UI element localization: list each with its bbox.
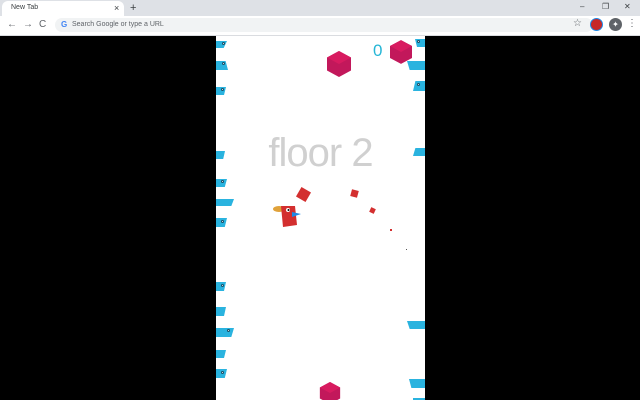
forward-icon[interactable]: → [23,18,33,32]
wall-spike-left [216,179,227,187]
wall-spike-right [415,39,425,47]
wall-spike-left [216,282,226,291]
floor-label: floor 2 [268,131,373,175]
bird-player [273,206,301,227]
score-counter: 0 [373,41,383,60]
wall-spike-left [216,307,226,316]
hexagon-candy [327,51,351,77]
wall-spike-right [409,379,425,388]
browser-menu-icon[interactable]: ⋮ [627,17,637,31]
wall-spike-left [216,350,226,358]
wall-spike-left [216,199,234,206]
bookmark-star-icon[interactable]: ☆ [573,18,582,29]
address-bar-placeholder: Search Google or type a URL [72,21,164,28]
tab-title: New Tab [11,4,39,11]
trail-cube [369,207,376,214]
google-icon: G [61,20,68,29]
game-canvas[interactable]: floor 2 0 [216,36,425,400]
hexagon-candy [319,382,341,400]
close-tab-icon[interactable]: × [114,2,119,14]
wall-spike-left [216,369,227,378]
trail-cube [406,249,407,250]
address-bar[interactable]: G Search Google or type a URL [55,18,593,32]
wall-spike-right [407,321,425,329]
wall-spike-right [413,81,425,91]
tab-new-tab[interactable]: New Tab × [2,1,124,16]
wall-spike-left [216,61,228,70]
hexagon-candy [390,40,412,64]
wall-spike-left [216,218,227,227]
wall-spike-left [216,41,227,48]
new-tab-button[interactable]: + [130,1,136,15]
browser-toolbar: ← → C G Search Google or type a URL [0,16,640,36]
trail-cube [350,189,359,198]
wall-spike-left [216,87,226,95]
reload-icon[interactable]: C [39,18,46,32]
trail-cube [295,186,312,203]
tab-strip: New Tab × + – ❐ ✕ [0,0,640,16]
trail-cube [390,229,392,231]
minimize-icon[interactable]: – [580,1,584,13]
extension-icon[interactable] [590,18,603,31]
restore-icon[interactable]: ❐ [602,1,609,13]
extensions-puzzle-icon[interactable]: ✦ [609,18,622,31]
close-window-icon[interactable]: ✕ [624,1,631,13]
wall-spike-left [216,328,234,337]
back-icon[interactable]: ← [7,18,17,32]
